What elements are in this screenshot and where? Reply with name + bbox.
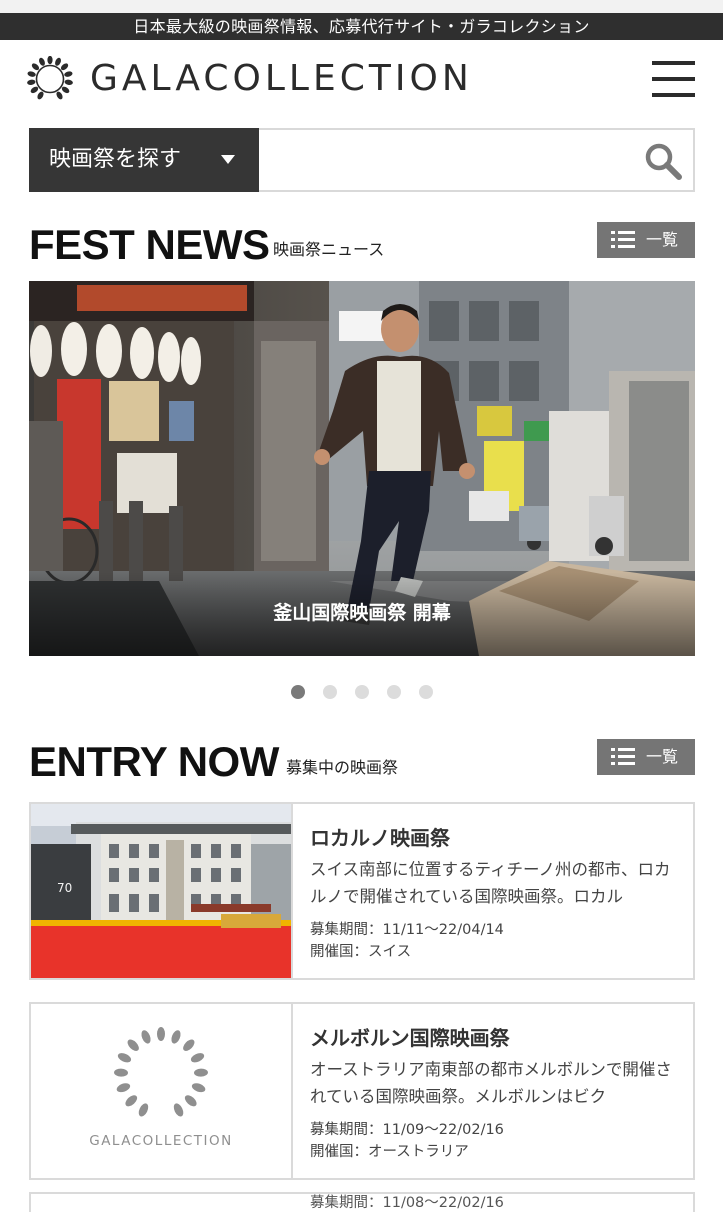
slider-dot-5[interactable] bbox=[419, 685, 433, 699]
festival-card[interactable]: GALACOLLECTION メルボルン国際映画祭 オーストラリア南東部の都市メ… bbox=[29, 1002, 695, 1180]
entry-now-list-label: 一覧 bbox=[646, 747, 679, 766]
laurel-wreath-icon[interactable] bbox=[27, 56, 73, 102]
slider-dot-2[interactable] bbox=[323, 685, 337, 699]
entry-now-subtitle: 募集中の映画祭 bbox=[286, 758, 399, 777]
festival-country: 開催国：オーストラリア bbox=[310, 1144, 469, 1160]
top-strip bbox=[0, 0, 723, 13]
festival-card-partial[interactable]: 募集期間：11/08～22/02/16 bbox=[29, 1192, 695, 1212]
news-slide[interactable]: 釜山国際映画祭 開幕 bbox=[29, 281, 695, 656]
festival-country: 開催国：スイス bbox=[310, 944, 412, 960]
slider-dot-4[interactable] bbox=[387, 685, 401, 699]
search-select-label: 映画祭を探す bbox=[49, 147, 182, 172]
fest-news-title: FEST NEWS bbox=[29, 221, 270, 268]
festival-search-bar: 映画祭を探す bbox=[29, 128, 695, 192]
site-logo-text[interactable]: GALACOLLECTION bbox=[90, 58, 473, 100]
festival-entry-period: 募集期間：11/09～22/02/16 bbox=[310, 1122, 504, 1138]
news-slide-caption-overlay: 釜山国際映画祭 開幕 bbox=[29, 572, 695, 656]
news-slide-caption: 釜山国際映画祭 開幕 bbox=[273, 602, 451, 624]
festival-description: スイス南部に位置するティチーノ州の都市、ロカルノで開催されている国際映画祭。ロカ… bbox=[310, 860, 671, 906]
festival-thumbnail-placeholder: GALACOLLECTION bbox=[31, 1004, 291, 1178]
top-banner: 日本最大級の映画祭情報、応募代行サイト・ガラコレクション bbox=[0, 13, 723, 40]
festival-entry-period: 募集期間：11/11～22/04/14 bbox=[310, 922, 504, 938]
slider-pagination bbox=[291, 685, 451, 701]
list-icon bbox=[611, 231, 635, 249]
festival-entry-period: 募集期間：11/08～22/02/16 bbox=[310, 1195, 504, 1211]
festival-search-select[interactable]: 映画祭を探す bbox=[29, 128, 259, 192]
festival-name[interactable]: メルボルン国際映画祭 bbox=[310, 1022, 510, 1051]
slider-dot-1[interactable] bbox=[291, 685, 305, 699]
thumb-anniversary-text: 70 bbox=[57, 881, 72, 895]
entry-now-list-button[interactable]: 一覧 bbox=[597, 739, 695, 775]
fest-news-list-button[interactable]: 一覧 bbox=[597, 222, 695, 258]
site-header: GALACOLLECTION bbox=[0, 40, 723, 120]
placeholder-logo-text: GALACOLLECTION bbox=[89, 1133, 233, 1149]
fest-news-subtitle: 映画祭ニュース bbox=[273, 240, 385, 259]
hamburger-menu-icon[interactable] bbox=[652, 61, 695, 97]
festival-name[interactable]: ロカルノ映画祭 bbox=[310, 822, 450, 851]
list-icon bbox=[611, 748, 635, 766]
card-divider bbox=[291, 804, 293, 978]
search-input[interactable] bbox=[259, 128, 695, 192]
festival-thumbnail: 70 bbox=[31, 804, 291, 978]
card-divider bbox=[291, 1004, 293, 1178]
entry-now-title: ENTRY NOW bbox=[29, 738, 279, 785]
search-icon[interactable] bbox=[643, 141, 683, 181]
fest-news-list-label: 一覧 bbox=[646, 230, 679, 249]
festival-description: オーストラリア南東部の都市メルボルンで開催されている国際映画祭。メルボルンはビク bbox=[310, 1060, 672, 1106]
festival-card[interactable]: 70 ロカルノ映画祭 スイス南部に位置するティチーノ州の都市、ロカルノで開催され… bbox=[29, 802, 695, 980]
caret-down-icon bbox=[221, 155, 235, 164]
slider-dot-3[interactable] bbox=[355, 685, 369, 699]
